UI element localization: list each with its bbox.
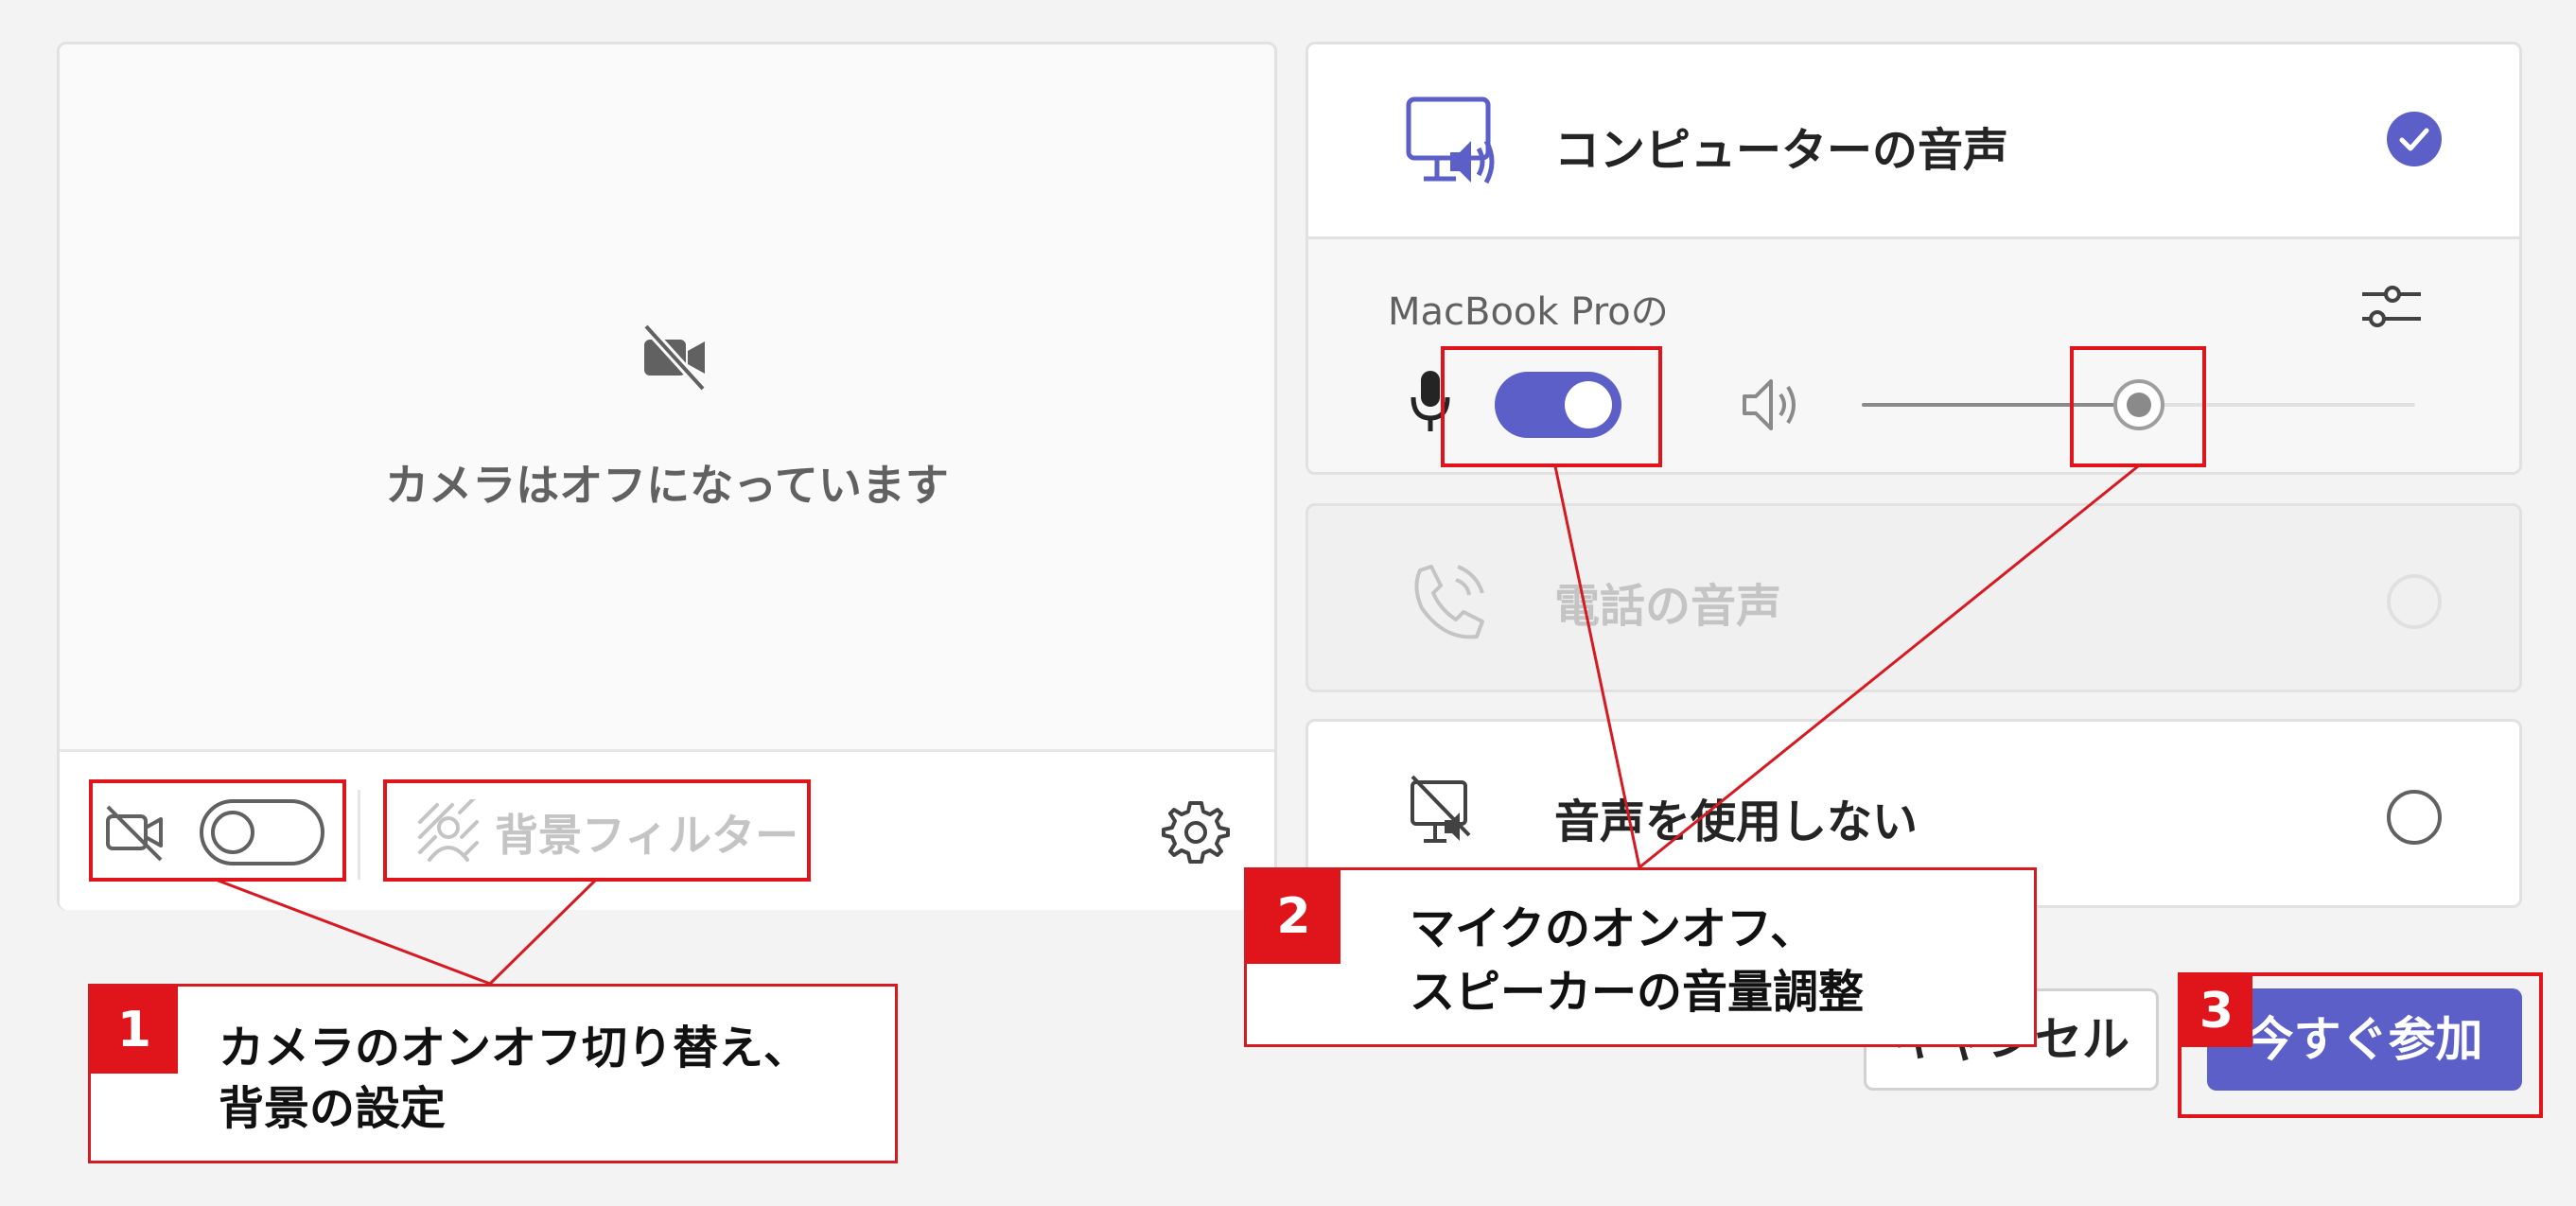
highlight-microphone-toggle [1441,346,1662,467]
annotation-callout-1: 1 カメラのオンオフ切り替え、 背景の設定 [88,984,898,1163]
annotation-badge-2: 2 [1247,870,1341,964]
highlight-background-filter [383,779,811,882]
annotation-callout-2: 2 マイクのオンオフ、 スピーカーの音量調整 [1244,867,2037,1047]
annotation-text-2-line1: マイクのオンオフ、 [1410,902,1816,955]
annotation-badge-1: 1 [91,987,178,1074]
annotation-text-2-line2: スピーカーの音量調整 [1410,966,1865,1019]
annotation-badge-3: 3 [2181,975,2252,1047]
annotation-text-1-line2: 背景の設定 [219,1082,447,1135]
highlight-volume-slider [2070,346,2206,467]
annotation-text-1-line1: カメラのオンオフ切り替え、 [219,1022,810,1075]
highlight-camera-toggle [89,779,346,882]
